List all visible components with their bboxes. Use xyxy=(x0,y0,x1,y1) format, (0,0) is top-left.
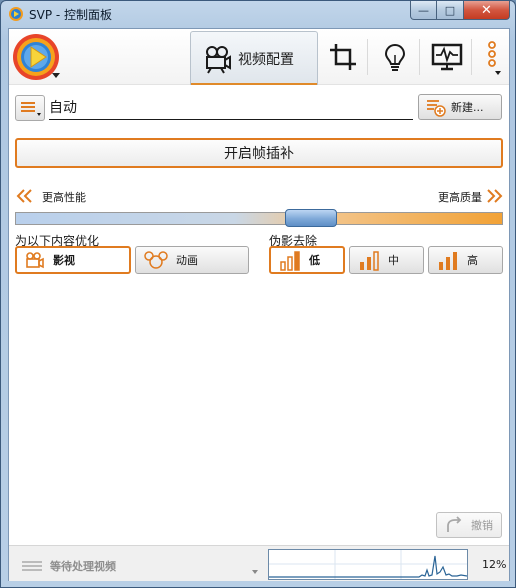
title-bar[interactable]: SVP - 控制面板 — □ ✕ xyxy=(1,1,515,27)
chevron-down-icon[interactable] xyxy=(252,570,258,574)
tab-video-profiles-label: 视频配置 xyxy=(238,51,294,68)
artifact-high-button[interactable]: 高 xyxy=(428,246,503,274)
tab-separator xyxy=(367,39,368,75)
close-button[interactable]: ✕ xyxy=(464,1,510,20)
status-text: 等待处理视频 xyxy=(50,560,116,573)
enable-frame-interpolation-button[interactable]: 开启帧插补 xyxy=(15,138,503,168)
monitor-icon xyxy=(431,43,463,71)
tab-monitor[interactable] xyxy=(431,41,463,73)
more-quality-label: 更高质量 xyxy=(438,191,482,204)
window-title: SVP - 控制面板 xyxy=(29,8,113,22)
tab-tips[interactable] xyxy=(379,41,411,73)
hamburger-menu-icon xyxy=(21,102,41,116)
tab-video-profiles[interactable]: 视频配置 xyxy=(190,31,318,85)
profile-name-field[interactable]: 自动 xyxy=(49,95,413,120)
lightbulb-icon xyxy=(384,43,406,71)
status-lines-icon xyxy=(22,561,42,571)
new-profile-label: 新建... xyxy=(451,101,484,114)
minimize-button[interactable]: — xyxy=(410,1,437,20)
undo-arrow-icon xyxy=(447,516,462,532)
artifact-low-button[interactable]: 低 xyxy=(269,246,345,274)
tab-crop[interactable] xyxy=(327,41,359,73)
more-performance-label: 更高性能 xyxy=(42,191,86,204)
level-bars-icon xyxy=(439,252,457,270)
undo-button[interactable]: 撤销 xyxy=(436,512,502,538)
tab-separator xyxy=(471,39,472,75)
video-camera-icon xyxy=(206,45,231,74)
client-area: 视频配置 自动 新建... 开启帧插补 更高性能 更高质量 为以下内容优化 影视… xyxy=(8,28,510,581)
level-bars-icon xyxy=(360,251,379,271)
add-profile-icon xyxy=(427,100,446,117)
cpu-usage-graph xyxy=(268,549,468,580)
optimize-movies-label: 影视 xyxy=(53,254,75,267)
status-bar: 等待处理视频 12% xyxy=(9,545,509,581)
artifact-low-label: 低 xyxy=(309,254,320,267)
quality-slider-track[interactable] xyxy=(15,212,503,225)
header-toolbar: 视频配置 xyxy=(9,29,509,85)
artifact-medium-button[interactable]: 中 xyxy=(349,246,424,274)
app-window: SVP - 控制面板 — □ ✕ 视频配置 自动 新建... 开启帧插补 更高性… xyxy=(0,0,516,588)
artifact-medium-label: 中 xyxy=(388,254,399,267)
crop-icon xyxy=(330,44,356,70)
level-bars-icon xyxy=(280,251,300,271)
new-profile-button[interactable]: 新建... xyxy=(418,94,502,120)
quality-slider-thumb[interactable] xyxy=(285,209,337,227)
cpu-graph-plot xyxy=(269,550,468,579)
optimize-anime-label: 动画 xyxy=(176,254,198,267)
optimize-anime-button[interactable]: 动画 xyxy=(135,246,249,274)
chevron-down-icon[interactable] xyxy=(52,73,60,78)
window-controls: — □ ✕ xyxy=(410,1,510,20)
mickey-mouse-icon xyxy=(144,251,168,269)
optimize-movies-button[interactable]: 影视 xyxy=(15,246,131,274)
tab-separator xyxy=(419,39,420,75)
maximize-button[interactable]: □ xyxy=(437,1,464,20)
profile-menu-button[interactable] xyxy=(15,95,45,121)
double-chevron-left-icon xyxy=(16,189,32,203)
more-vertical-icon xyxy=(488,41,501,75)
svp-app-icon xyxy=(9,7,23,21)
cpu-percent: 12% xyxy=(482,558,507,571)
undo-label: 撤销 xyxy=(471,519,493,532)
film-camera-icon xyxy=(26,252,44,269)
tab-more[interactable] xyxy=(485,41,503,81)
double-chevron-right-icon xyxy=(487,189,503,203)
artifact-high-label: 高 xyxy=(467,254,478,267)
